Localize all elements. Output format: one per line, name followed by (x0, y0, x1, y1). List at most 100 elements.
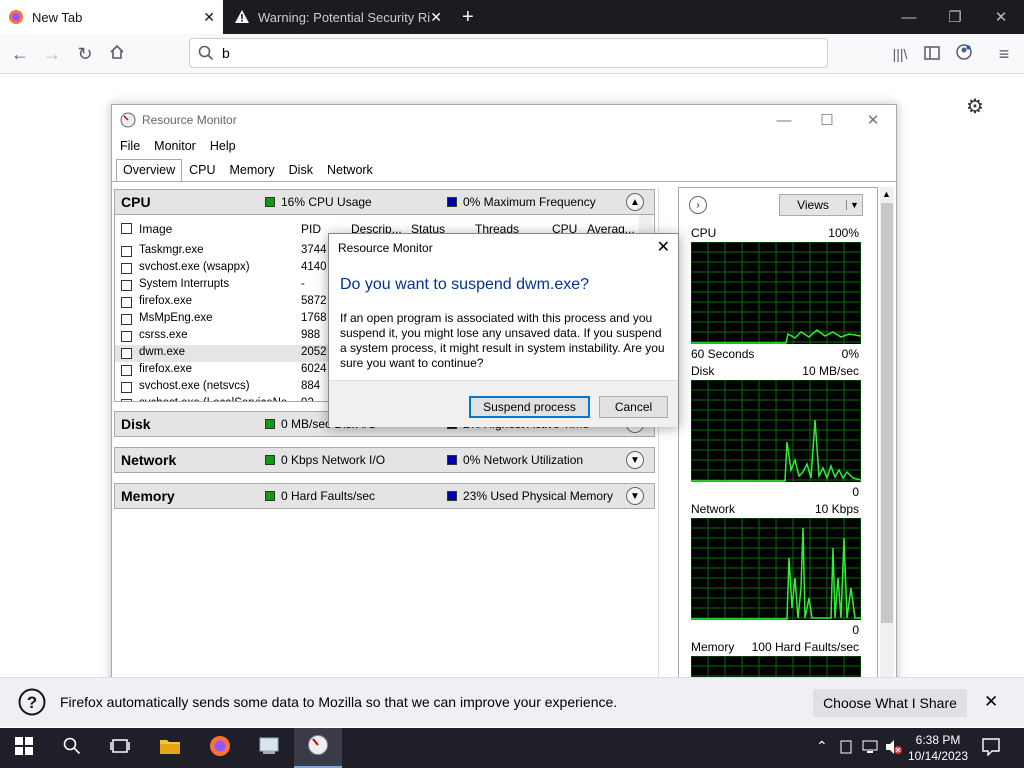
close-tab-icon[interactable]: ✕ (203, 9, 215, 26)
tab-label: Warning: Potential Security Ri (258, 9, 431, 25)
green-legend-square (265, 197, 275, 207)
taskbar-control-panel[interactable] (245, 728, 293, 768)
column-pid[interactable]: PID (301, 222, 321, 236)
library-button[interactable]: |||\ (886, 40, 914, 68)
cpu-usage-label: 16% CPU Usage (281, 195, 372, 209)
process-checkbox[interactable] (121, 297, 132, 308)
disk-graph-max: 10 MB/sec (802, 364, 859, 378)
folder-icon (159, 737, 181, 760)
tray-tablet-icon[interactable] (840, 740, 852, 757)
scrollbar-thumb[interactable] (881, 203, 893, 623)
cpu-section-header[interactable]: CPU 16% CPU Usage 0% Maximum Frequency ▲ (114, 189, 655, 215)
scroll-up-icon[interactable]: ▲ (882, 189, 891, 199)
process-checkbox[interactable] (121, 399, 132, 401)
tab-network[interactable]: Network (320, 159, 380, 181)
collapse-chevron-up-icon[interactable]: ▲ (626, 193, 644, 211)
menu-monitor[interactable]: Monitor (154, 139, 204, 153)
select-all-checkbox[interactable] (121, 223, 132, 234)
cancel-button[interactable]: Cancel (599, 396, 668, 418)
task-view-button[interactable] (96, 728, 144, 768)
forward-button[interactable]: → (38, 40, 66, 68)
dropdown-arrow-icon: ▼ (846, 200, 859, 210)
process-checkbox[interactable] (121, 348, 132, 359)
menu-button[interactable]: ≡ (990, 40, 1018, 68)
firefox-icon (209, 735, 231, 762)
process-checkbox[interactable] (121, 263, 132, 274)
notification-close-button[interactable]: ✕ (984, 692, 998, 712)
restore-button[interactable]: ❐ (932, 0, 978, 34)
show-hidden-icons-chevron-icon[interactable]: ⌃ (816, 738, 828, 755)
network-section-header[interactable]: Network 0 Kbps Network I/O 0% Network Ut… (114, 447, 655, 473)
process-checkbox[interactable] (121, 280, 132, 291)
choose-what-i-share-button[interactable]: Choose What I Share (813, 689, 967, 717)
taskbar-clock[interactable]: 6:38 PM 10/14/2023 (906, 732, 970, 764)
tab-memory[interactable]: Memory (223, 159, 282, 181)
rm-maximize-button[interactable]: ☐ (807, 109, 847, 131)
reload-icon: ↻ (77, 43, 93, 64)
process-image-name: svchost.exe (LocalServiceNe (139, 397, 287, 401)
process-checkbox[interactable] (121, 365, 132, 376)
dialog-button-bar: Suspend process Cancel (329, 380, 678, 427)
minimize-button[interactable]: — (886, 0, 932, 34)
sidebar-button[interactable] (918, 40, 946, 68)
hamburger-menu-icon: ≡ (998, 43, 1010, 64)
memory-section-header[interactable]: Memory 0 Hard Faults/sec 23% Used Physic… (114, 483, 655, 509)
tab-disk[interactable]: Disk (282, 159, 320, 181)
account-button[interactable] (950, 40, 978, 68)
expand-chevron-down-icon[interactable]: ▼ (626, 451, 644, 469)
rm-close-button[interactable]: ✕ (853, 109, 893, 131)
process-pid: 2052 (301, 346, 327, 358)
library-icon: |||\ (892, 46, 908, 62)
back-button[interactable]: ← (6, 40, 34, 68)
green-legend-square (265, 455, 275, 465)
search-button[interactable] (48, 728, 96, 768)
process-checkbox[interactable] (121, 331, 132, 342)
notification-message: Firefox automatically sends some data to… (60, 694, 618, 710)
dialog-heading: Do you want to suspend dwm.exe? (340, 276, 590, 293)
close-window-button[interactable]: ✕ (978, 0, 1024, 34)
collapse-graphs-button[interactable]: › (689, 196, 707, 214)
notification-center-button[interactable] (982, 738, 1000, 759)
graph-pane-scrollbar[interactable]: ▲ ▼ (880, 187, 894, 695)
green-legend-square (265, 491, 275, 501)
process-image-name: firefox.exe (139, 295, 193, 307)
process-checkbox[interactable] (121, 246, 132, 257)
taskbar-file-explorer[interactable] (146, 728, 194, 768)
rm-minimize-button[interactable]: — (764, 109, 804, 131)
views-dropdown[interactable]: Views ▼ (779, 194, 863, 216)
process-checkbox[interactable] (121, 382, 132, 393)
network-icon[interactable] (862, 740, 878, 757)
network-graph-min: 0 (852, 623, 859, 637)
menu-help[interactable]: Help (210, 139, 244, 153)
physical-memory-label: 23% Used Physical Memory (463, 489, 614, 503)
process-image-name: svchost.exe (wsappx) (139, 261, 250, 273)
expand-chevron-down-icon[interactable]: ▼ (626, 487, 644, 505)
menu-file[interactable]: File (120, 139, 148, 153)
home-button[interactable] (103, 40, 131, 68)
url-input-value[interactable]: b (222, 45, 230, 61)
tab-overview[interactable]: Overview (116, 159, 183, 181)
reload-button[interactable]: ↻ (71, 40, 99, 68)
sidebar-icon (924, 44, 940, 65)
close-tab-icon[interactable]: ✕ (430, 9, 442, 26)
suspend-process-button[interactable]: Suspend process (469, 396, 590, 418)
tab-security-warning[interactable]: Warning: Potential Security Ri ✕ (226, 0, 450, 34)
start-button[interactable] (0, 728, 48, 768)
network-utilization-label: 0% Network Utilization (463, 453, 584, 467)
new-tab-button[interactable]: + (454, 0, 480, 34)
taskbar-resource-monitor[interactable] (294, 728, 342, 768)
url-bar[interactable]: b (189, 38, 828, 68)
memory-graph-label: Memory (691, 640, 735, 654)
taskbar-firefox[interactable] (196, 728, 244, 768)
column-image[interactable]: Image (139, 222, 172, 236)
dialog-close-button[interactable]: ✕ (657, 237, 670, 257)
process-pid: 988 (301, 329, 321, 341)
process-image-name: MsMpEng.exe (139, 312, 213, 324)
tab-cpu[interactable]: CPU (182, 159, 222, 181)
process-image-name: firefox.exe (139, 363, 193, 375)
process-image-name: Taskmgr.exe (139, 244, 204, 256)
new-tab-settings-button[interactable]: ⚙ (966, 94, 984, 119)
tab-new-tab[interactable]: New Tab ✕ (0, 0, 223, 34)
process-checkbox[interactable] (121, 314, 132, 325)
volume-muted-icon[interactable] (885, 739, 903, 758)
